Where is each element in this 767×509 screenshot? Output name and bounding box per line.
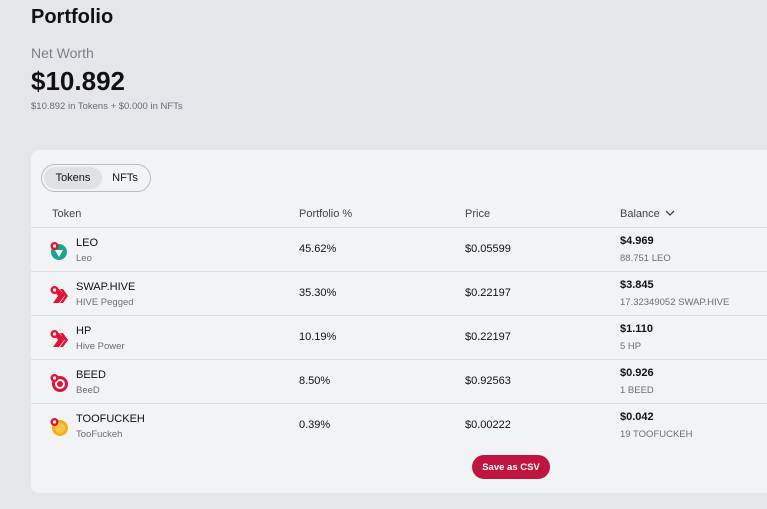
token-symbol: LEO (76, 237, 99, 249)
hive-icon (50, 330, 68, 347)
hive-icon (50, 286, 68, 303)
tab-tokens[interactable]: Tokens (44, 167, 102, 189)
table-header: Token Portfolio % Price Balance (31, 202, 767, 228)
table-row[interactable]: HP Hive Power 10.19% $0.22197 $1.110 5 H… (31, 316, 767, 360)
token-symbol: HP (76, 325, 92, 337)
token-balance-amount: 17.32349052 SWAP.HIVE (620, 297, 730, 308)
token-price: $0.92563 (465, 375, 511, 387)
leo-icon (50, 242, 67, 260)
table-row[interactable]: LEO Leo 45.62% $0.05599 $4.969 88.751 LE… (31, 228, 767, 272)
column-header-balance-label: Balance (620, 208, 660, 220)
net-worth-value: $10.892 (31, 66, 125, 96)
toofuckeh-icon (50, 418, 68, 436)
net-worth-label: Net Worth (31, 45, 94, 61)
token-balance-value: $4.969 (620, 235, 654, 247)
token-name: HIVE Pegged (76, 297, 134, 308)
token-symbol: SWAP.HIVE (76, 281, 136, 293)
portfolio-card: Tokens NFTs Token Portfolio % Price Bala… (31, 150, 767, 493)
token-portfolio-percent: 10.19% (299, 331, 337, 343)
token-balance-amount: 5 HP (620, 341, 642, 352)
token-balance-value: $0.042 (620, 411, 654, 423)
net-worth-breakdown: $10.892 in Tokens + $0.000 in NFTs (31, 101, 183, 112)
token-balance-value: $0.926 (620, 367, 654, 379)
page-title: Portfolio (31, 6, 114, 28)
token-name: TooFuckeh (76, 429, 123, 440)
token-balance-value: $3.845 (620, 279, 654, 291)
token-balance-amount: 1 BEED (620, 385, 654, 396)
tab-nfts[interactable]: NFTs (102, 167, 148, 189)
token-symbol: TOOFUCKEH (76, 413, 145, 425)
token-price: $0.05599 (465, 243, 511, 255)
token-price: $0.22197 (465, 331, 511, 343)
token-portfolio-percent: 35.30% (299, 287, 337, 299)
token-balance-amount: 19 TOOFUCKEH (620, 429, 693, 440)
tab-group: Tokens NFTs (41, 164, 151, 192)
token-balance-value: $1.110 (620, 323, 654, 335)
token-portfolio-percent: 45.62% (299, 243, 337, 255)
token-price: $0.00222 (465, 419, 511, 431)
token-symbol: BEED (76, 369, 106, 381)
save-csv-button[interactable]: Save as CSV (472, 455, 550, 479)
table-row[interactable]: SWAP.HIVE HIVE Pegged 35.30% $0.22197 $3… (31, 272, 767, 316)
table-row[interactable]: TOOFUCKEH TooFuckeh 0.39% $0.00222 $0.04… (31, 404, 767, 448)
token-balance-amount: 88.751 LEO (620, 253, 671, 264)
table-row[interactable]: BEED BeeD 8.50% $0.92563 $0.926 1 BEED (31, 360, 767, 404)
column-header-price: Price (465, 208, 491, 220)
portfolio-page: Portfolio Net Worth $10.892 $10.892 in T… (0, 0, 767, 509)
token-price: $0.22197 (465, 287, 511, 299)
beed-icon (50, 374, 68, 392)
token-name: Hive Power (76, 341, 125, 352)
token-name: Leo (76, 253, 92, 264)
column-header-token: Token (52, 208, 82, 220)
column-header-portfolio: Portfolio % (299, 208, 353, 220)
token-portfolio-percent: 8.50% (299, 375, 331, 387)
token-portfolio-percent: 0.39% (299, 419, 331, 431)
chevron-down-icon (665, 210, 675, 216)
token-name: BeeD (76, 385, 100, 396)
column-header-balance[interactable]: Balance (620, 208, 675, 220)
